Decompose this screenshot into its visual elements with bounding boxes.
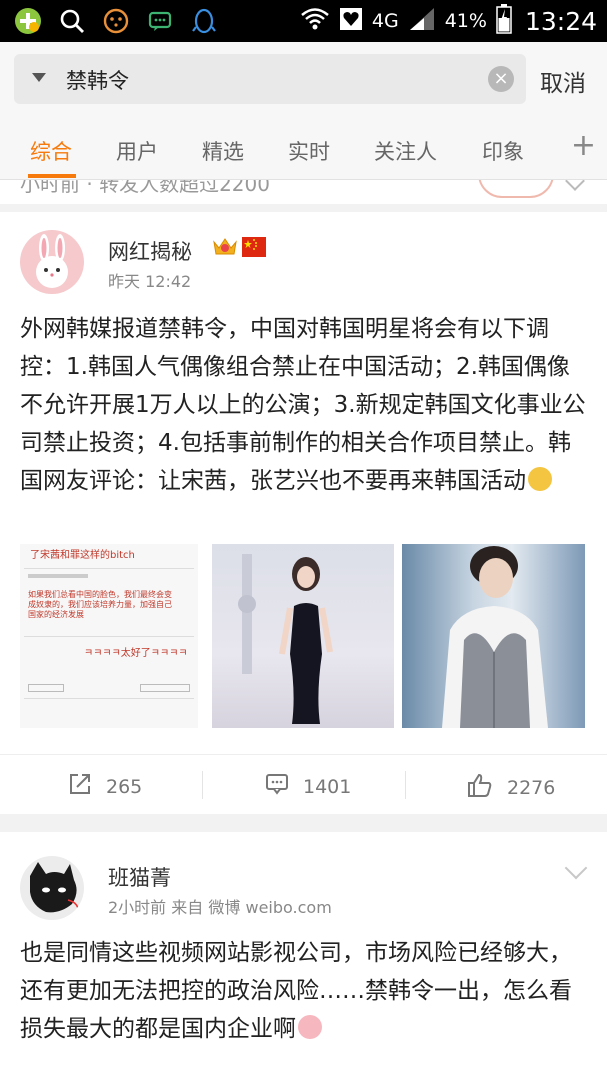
doge-emoji-icon	[528, 467, 552, 491]
crown-badge-icon	[212, 234, 238, 264]
tab-users[interactable]: 用户	[116, 136, 158, 166]
post-author[interactable]: 班猫菁	[108, 862, 171, 892]
post-source[interactable]: 微博 weibo.com	[208, 898, 331, 917]
stamp-image	[478, 180, 554, 198]
post-time: 2小时前	[108, 898, 167, 917]
tab-realtime[interactable]: 实时	[288, 136, 330, 166]
avatar[interactable]	[20, 230, 84, 294]
repost-count: 265	[106, 775, 143, 798]
repost-button[interactable]: 265	[68, 772, 142, 801]
thumbs-up-icon	[467, 772, 493, 803]
image-caption-top: 了宋茜和罪这样的bitch	[30, 550, 135, 561]
chat-icon	[146, 7, 174, 35]
add-tab-icon[interactable]: +	[560, 126, 607, 170]
filter-tabs: 综合 用户 精选 实时 关注人 印象 +	[0, 118, 607, 180]
chevron-down-icon[interactable]	[565, 180, 585, 191]
search-icon	[58, 7, 86, 35]
separator	[0, 204, 607, 212]
partial-text: 小时前 · 转发人数超过2200	[20, 180, 270, 196]
comment-icon	[265, 772, 289, 801]
tab-featured[interactable]: 精选	[202, 136, 244, 166]
image-caption-laugh: ㅋㅋㅋㅋ太好了ㅋㅋㅋㅋ	[84, 648, 188, 659]
search-input[interactable]: 禁韩令 ×	[14, 54, 526, 104]
search-query[interactable]: 禁韩令	[66, 65, 129, 95]
image-caption-mid: 如果我们总看中国的脸色，我们最终会变成奴隶的，我们应该培养力量，加强自己国家的经…	[28, 590, 172, 619]
post-image-actress[interactable]	[212, 544, 394, 728]
repost-icon	[68, 772, 92, 801]
battery-percent: 41%	[444, 10, 487, 32]
tab-all[interactable]: 综合	[30, 136, 72, 166]
post-image-actor[interactable]	[402, 544, 585, 728]
like-button[interactable]: 2276	[467, 772, 555, 803]
network-type: 4G	[371, 10, 399, 32]
tab-impression[interactable]: 印象	[482, 136, 524, 166]
post-body: 外网韩媒报道禁韩令，中国对韩国明星将会有以下调控：1.韩国人气偶像组合禁止在中国…	[20, 316, 586, 494]
post-image-comments[interactable]: 了宋茜和罪这样的bitch 如果我们总看中国的脸色，我们最终会变成奴隶的，我们应…	[20, 544, 198, 728]
post-text: 外网韩媒报道禁韩令，中国对韩国明星将会有以下调控：1.韩国人气偶像组合禁止在中国…	[20, 310, 590, 538]
clear-icon[interactable]: ×	[488, 66, 514, 92]
wifi-icon	[300, 6, 330, 36]
tab-following[interactable]: 关注人	[374, 136, 437, 166]
comment-count: 1401	[303, 775, 352, 798]
post-actions: 265 1401 2276	[0, 754, 607, 814]
separator	[0, 814, 607, 832]
previous-post-partial: 小时前 · 转发人数超过2200	[0, 180, 607, 204]
clock: 13:24	[524, 6, 597, 36]
post-meta: 2小时前 来自 微博 weibo.com	[108, 894, 332, 918]
source-prefix: 来自	[171, 898, 204, 917]
battery-icon	[496, 4, 512, 38]
active-tab-indicator	[28, 174, 76, 178]
post-text: 也是同情这些视频网站影视公司，市场风险已经够大，还有更加无法把控的政治风险……禁…	[20, 934, 590, 1054]
post-body: 也是同情这些视频网站影视公司，市场风险已经够大，还有更加无法把控的政治风险……禁…	[20, 940, 572, 1042]
cancel-button[interactable]: 取消	[540, 64, 586, 98]
dropdown-caret-icon[interactable]	[32, 73, 46, 82]
comment-button[interactable]: 1401	[265, 772, 351, 801]
signal-icon	[408, 6, 436, 36]
qq-penguin-icon	[190, 7, 218, 35]
post-time: 昨天 12:42	[108, 272, 192, 291]
avatar[interactable]	[20, 856, 84, 920]
status-bar: 4G 41% 13:24	[0, 0, 607, 42]
search-header: 禁韩令 × 取消	[0, 42, 607, 118]
china-flag-icon	[242, 237, 266, 257]
face-icon	[102, 7, 130, 35]
heart-notification-icon	[339, 6, 363, 36]
post-author[interactable]: 网红揭秘	[108, 236, 192, 266]
plus-circle-icon	[14, 7, 42, 35]
like-count: 2276	[507, 776, 556, 799]
pig-emoji-icon	[298, 1015, 322, 1039]
